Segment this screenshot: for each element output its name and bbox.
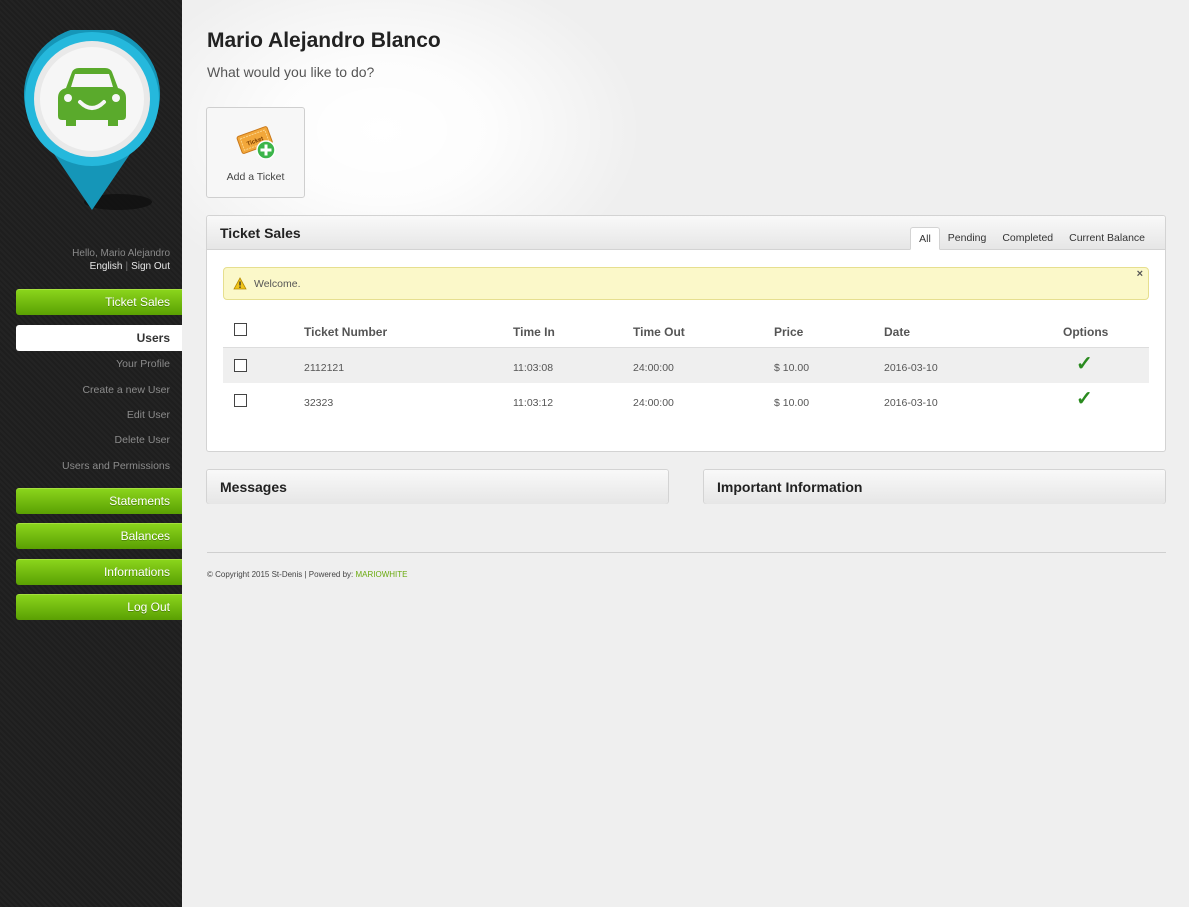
price: $ 10.00 [774, 397, 810, 409]
messages-header: Messages [207, 470, 668, 504]
nav-informations[interactable]: Informations [16, 559, 182, 585]
ticket-sales-panel: Ticket Sales All Pending Completed Curre… [206, 215, 1166, 452]
time-out: 24:00:00 [633, 362, 674, 374]
ticket-number: 2112121 [304, 362, 345, 374]
powered-by-link[interactable]: MARIOWHITE [356, 570, 408, 579]
language-link[interactable]: English [90, 261, 123, 272]
date: 2016-03-10 [884, 397, 938, 409]
table-row: 2112121 11:03:08 24:00:00 $ 10.00 2016-0… [223, 348, 1149, 383]
welcome-alert: Welcome. × [223, 267, 1149, 300]
subnav-users-permissions[interactable]: Users and Permissions [62, 460, 170, 472]
tab-pending[interactable]: Pending [940, 227, 995, 250]
tab-current-balance[interactable]: Current Balance [1061, 227, 1153, 250]
important-info-title: Important Information [717, 479, 863, 495]
col-ticket-number: Ticket Number [304, 325, 388, 339]
subnav-your-profile[interactable]: Your Profile [116, 358, 170, 370]
link-separator: | [125, 261, 129, 272]
ticket-sales-title: Ticket Sales [220, 225, 301, 241]
sidebar: Hello, Mario Alejandro English | Sign Out … [0, 0, 182, 907]
important-info-panel: Important Information [703, 469, 1166, 504]
tab-all[interactable]: All [910, 227, 940, 250]
table-header: Ticket Number Time In Time Out Price Dat… [223, 316, 1149, 348]
tab-completed[interactable]: Completed [994, 227, 1061, 250]
greeting-text: Hello, Mario Alejandro [72, 248, 170, 259]
add-ticket-button[interactable]: Ticket Add a Ticket [206, 107, 305, 198]
subnav-create-user[interactable]: Create a new User [82, 384, 170, 396]
row-checkbox[interactable] [234, 394, 247, 407]
add-ticket-label: Add a Ticket [226, 171, 285, 183]
row-checkbox[interactable] [234, 359, 247, 372]
time-out: 24:00:00 [633, 397, 674, 409]
col-time-out: Time Out [633, 325, 685, 339]
footer: © Copyright 2015 St-Denis | Powered by: … [207, 570, 408, 579]
price: $ 10.00 [774, 362, 810, 374]
date: 2016-03-10 [884, 362, 938, 374]
copyright-text: © Copyright 2015 St-Denis | Powered by: [207, 570, 354, 579]
select-all-checkbox[interactable] [234, 323, 247, 336]
col-time-in: Time In [513, 325, 555, 339]
table-row: 32323 11:03:12 24:00:00 $ 10.00 2016-03-… [223, 383, 1149, 418]
nav-log-out[interactable]: Log Out [16, 594, 182, 620]
subnav-delete-user[interactable]: Delete User [115, 434, 170, 446]
user-greeting: Hello, Mario Alejandro English | Sign Out [72, 247, 170, 273]
messages-title: Messages [220, 479, 287, 495]
nav-users[interactable]: Users [16, 325, 182, 351]
col-price: Price [774, 325, 804, 339]
nav-balances[interactable]: Balances [16, 523, 182, 549]
subnav-edit-user[interactable]: Edit User [127, 409, 170, 421]
important-info-header: Important Information [704, 470, 1165, 504]
time-in: 11:03:08 [513, 362, 554, 374]
alert-close-button[interactable]: × [1137, 268, 1143, 280]
page-subtitle: What would you like to do? [207, 64, 375, 80]
ticket-table: Ticket Number Time In Time Out Price Dat… [223, 316, 1149, 418]
ticket-number: 32323 [304, 397, 334, 409]
ticket-sales-header: Ticket Sales All Pending Completed Curre… [207, 216, 1165, 250]
ticket-tabs: All Pending Completed Current Balance [910, 227, 1153, 250]
checkmark-icon[interactable]: ✓ [1076, 386, 1093, 411]
messages-panel: Messages [206, 469, 669, 504]
checkmark-icon[interactable]: ✓ [1076, 351, 1093, 376]
add-ticket-icon: Ticket [235, 121, 279, 168]
time-in: 11:03:12 [513, 397, 554, 409]
page-title: Mario Alejandro Blanco [207, 29, 441, 52]
col-date: Date [884, 325, 911, 339]
sign-out-link[interactable]: Sign Out [131, 261, 170, 272]
nav-statements[interactable]: Statements [16, 488, 182, 514]
footer-divider [207, 552, 1166, 553]
alert-message: Welcome. [254, 278, 301, 290]
app-logo [22, 26, 162, 215]
nav-ticket-sales[interactable]: Ticket Sales [16, 289, 182, 315]
warning-icon [233, 277, 247, 295]
col-options: Options [1063, 325, 1109, 339]
